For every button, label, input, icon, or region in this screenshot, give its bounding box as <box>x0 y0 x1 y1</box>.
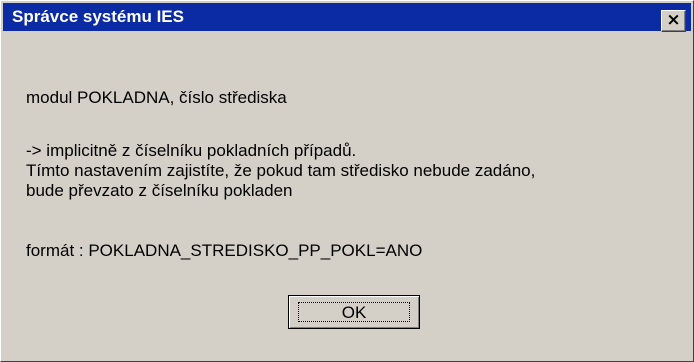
message-line: -> implicitně z číselníku pokladních pří… <box>26 141 357 160</box>
message-line: bude převzato z číselníku pokladen <box>26 181 293 200</box>
ok-button-label: OK <box>341 302 367 322</box>
message-heading: modul POKLADNA, číslo střediska <box>26 88 287 107</box>
dialog-title: Správce systému IES <box>12 7 184 26</box>
format-text: formát : POKLADNA_STREDISKO_PP_POKL=ANO <box>26 241 423 260</box>
ok-button[interactable]: OK <box>288 295 420 329</box>
screen: Správce systému IES × modul POKLADNA, čí… <box>0 0 694 362</box>
message-description: -> implicitně z číselníku pokladních pří… <box>26 141 535 201</box>
dialog-title-bar[interactable]: Správce systému IES <box>3 3 691 31</box>
close-button[interactable]: × <box>661 10 686 32</box>
system-dialog: Správce systému IES × modul POKLADNA, čí… <box>0 0 694 362</box>
close-icon: × <box>666 10 681 30</box>
message-line: Tímto nastavením zajistíte, že pokud tam… <box>26 161 536 180</box>
ok-focus-rectangle: OK <box>298 302 410 322</box>
